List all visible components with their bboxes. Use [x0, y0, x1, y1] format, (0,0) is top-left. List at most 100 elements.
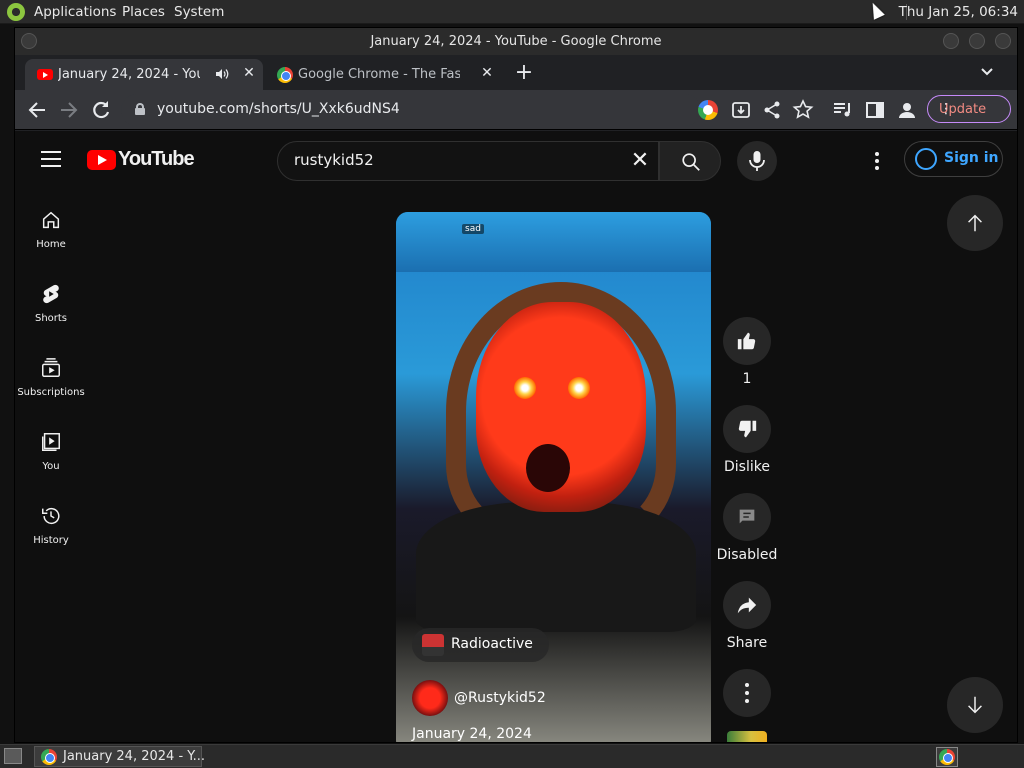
- voice-search-button[interactable]: [737, 141, 777, 181]
- guide-item-shorts[interactable]: Shorts: [15, 283, 87, 353]
- dislike-label: Dislike: [724, 459, 770, 475]
- workspace-switcher[interactable]: [936, 747, 958, 767]
- audio-playing-icon[interactable]: [215, 68, 229, 80]
- home-icon: [42, 211, 60, 229]
- browser-window: January 24, 2024 - YouTube - Google Chro…: [14, 27, 1018, 743]
- applications-menu[interactable]: Applications: [34, 4, 116, 20]
- tab-title: January 24, 2024 - YouTube: [58, 67, 200, 82]
- reload-button[interactable]: [89, 98, 113, 122]
- sound-thumbnail-button[interactable]: [727, 731, 767, 742]
- channel-avatar[interactable]: [412, 680, 448, 716]
- video-overlay-text: sad: [462, 224, 484, 234]
- guide-item-subscriptions[interactable]: Subscriptions: [15, 357, 87, 427]
- history-icon: [42, 508, 60, 525]
- search-button[interactable]: [659, 141, 721, 181]
- system-menu[interactable]: System: [174, 4, 224, 20]
- guide-item-home[interactable]: Home: [15, 209, 87, 279]
- more-vert-icon: [745, 683, 749, 703]
- search-icon: [682, 153, 700, 171]
- account-icon: [915, 148, 937, 170]
- close-tab-icon[interactable]: ✕: [479, 65, 495, 81]
- guide-menu-icon[interactable]: [41, 151, 61, 167]
- more-actions-button[interactable]: [723, 669, 771, 717]
- sound-label: Radioactive: [451, 636, 533, 652]
- chrome-taskbar-icon: [41, 749, 57, 765]
- url-text[interactable]: youtube.com/shorts/U_Xxk6udNS4: [157, 101, 400, 117]
- new-tab-button[interactable]: +: [513, 62, 535, 84]
- maximize-button[interactable]: [969, 33, 985, 49]
- youtube-favicon-icon: [37, 69, 53, 80]
- you-icon: [42, 433, 60, 451]
- clear-search-icon[interactable]: ✕: [628, 149, 652, 173]
- back-button[interactable]: [25, 98, 49, 122]
- search-value[interactable]: rustykid52: [294, 151, 374, 169]
- tab-youtube[interactable]: January 24, 2024 - YouTube ✕: [25, 59, 263, 90]
- lock-icon[interactable]: [135, 103, 145, 115]
- youtube-logo-icon[interactable]: [87, 150, 116, 170]
- bottom-taskbar: January 24, 2024 - Y...: [0, 744, 1024, 768]
- chrome-menu-icon[interactable]: ⋮: [939, 101, 1002, 117]
- places-menu[interactable]: Places: [122, 4, 165, 20]
- sound-pill-button[interactable]: Radioactive: [412, 628, 549, 662]
- microphone-icon: [749, 151, 765, 171]
- browser-toolbar: youtube.com/shorts/U_Xxk6udNS4 Update ⋮: [15, 90, 1017, 130]
- guide-label: You: [42, 461, 60, 472]
- close-window-button[interactable]: [995, 33, 1011, 49]
- update-button[interactable]: Update ⋮: [927, 95, 1011, 123]
- share-arrow-icon: [737, 597, 757, 614]
- previous-video-button[interactable]: [947, 195, 1003, 251]
- arrow-down-icon: [968, 696, 982, 714]
- google-lens-icon[interactable]: [698, 100, 718, 120]
- short-title[interactable]: January 24, 2024: [412, 726, 532, 742]
- arrow-up-icon: [968, 214, 982, 232]
- taskbar-window-label: January 24, 2024 - Y...: [63, 749, 205, 764]
- tab-search-chevron-icon[interactable]: [980, 67, 994, 77]
- side-panel-icon[interactable]: [863, 98, 887, 122]
- like-button[interactable]: [723, 317, 771, 365]
- window-titlebar[interactable]: January 24, 2024 - YouTube - Google Chro…: [15, 28, 1017, 55]
- media-controls-icon[interactable]: [831, 98, 855, 122]
- close-tab-icon[interactable]: ✕: [241, 65, 257, 81]
- comments-button[interactable]: [723, 493, 771, 541]
- share-page-icon[interactable]: [760, 98, 784, 122]
- glowing-eye: [568, 377, 590, 399]
- comments-label: Disabled: [716, 547, 778, 563]
- taskbar-window-item[interactable]: January 24, 2024 - Y...: [34, 746, 205, 767]
- window-menu-button[interactable]: [21, 33, 37, 49]
- sign-in-label: Sign in: [944, 150, 999, 166]
- desktop: Applications Places System Thu Jan 25, 0…: [0, 0, 1024, 768]
- minimize-button[interactable]: [943, 33, 959, 49]
- distro-logo-icon[interactable]: [7, 3, 25, 21]
- video-background-banner: [396, 212, 711, 272]
- sign-in-button[interactable]: Sign in: [904, 141, 1003, 177]
- address-bar[interactable]: youtube.com/shorts/U_Xxk6udNS4: [121, 94, 701, 126]
- shorts-video-player[interactable]: sad Radioactive @Rustykid52 January 24, …: [396, 212, 711, 742]
- subscriptions-icon: [42, 358, 60, 377]
- settings-menu-icon[interactable]: [867, 151, 887, 171]
- guide-item-history[interactable]: History: [15, 505, 87, 575]
- shorts-icon: [43, 284, 59, 304]
- profile-icon[interactable]: [895, 98, 919, 122]
- dislike-button[interactable]: [723, 405, 771, 453]
- forward-button[interactable]: [57, 98, 81, 122]
- guide-item-you[interactable]: You: [15, 431, 87, 501]
- share-button[interactable]: [723, 581, 771, 629]
- guide-label: History: [33, 535, 69, 546]
- comment-icon: [739, 509, 755, 524]
- like-count: 1: [742, 371, 752, 387]
- next-video-button[interactable]: [947, 677, 1003, 733]
- channel-handle[interactable]: @Rustykid52: [454, 690, 546, 706]
- search-input[interactable]: rustykid52 ✕: [277, 141, 659, 181]
- share-label: Share: [726, 635, 768, 651]
- guide-label: Home: [36, 239, 66, 250]
- chrome-favicon-icon: [277, 67, 293, 83]
- panel-clock[interactable]: Thu Jan 25, 06:34: [899, 4, 1018, 20]
- thumbs-up-icon: [737, 332, 756, 350]
- glowing-eye: [514, 377, 536, 399]
- workspace-chrome-icon: [939, 749, 955, 765]
- tab-google-chrome[interactable]: Google Chrome - The Fast & Secure ✕: [267, 59, 501, 90]
- show-desktop-icon[interactable]: [4, 748, 22, 764]
- youtube-logo-text[interactable]: YouTube: [118, 148, 195, 171]
- bookmark-star-icon[interactable]: [791, 98, 815, 122]
- install-app-icon[interactable]: [729, 98, 753, 122]
